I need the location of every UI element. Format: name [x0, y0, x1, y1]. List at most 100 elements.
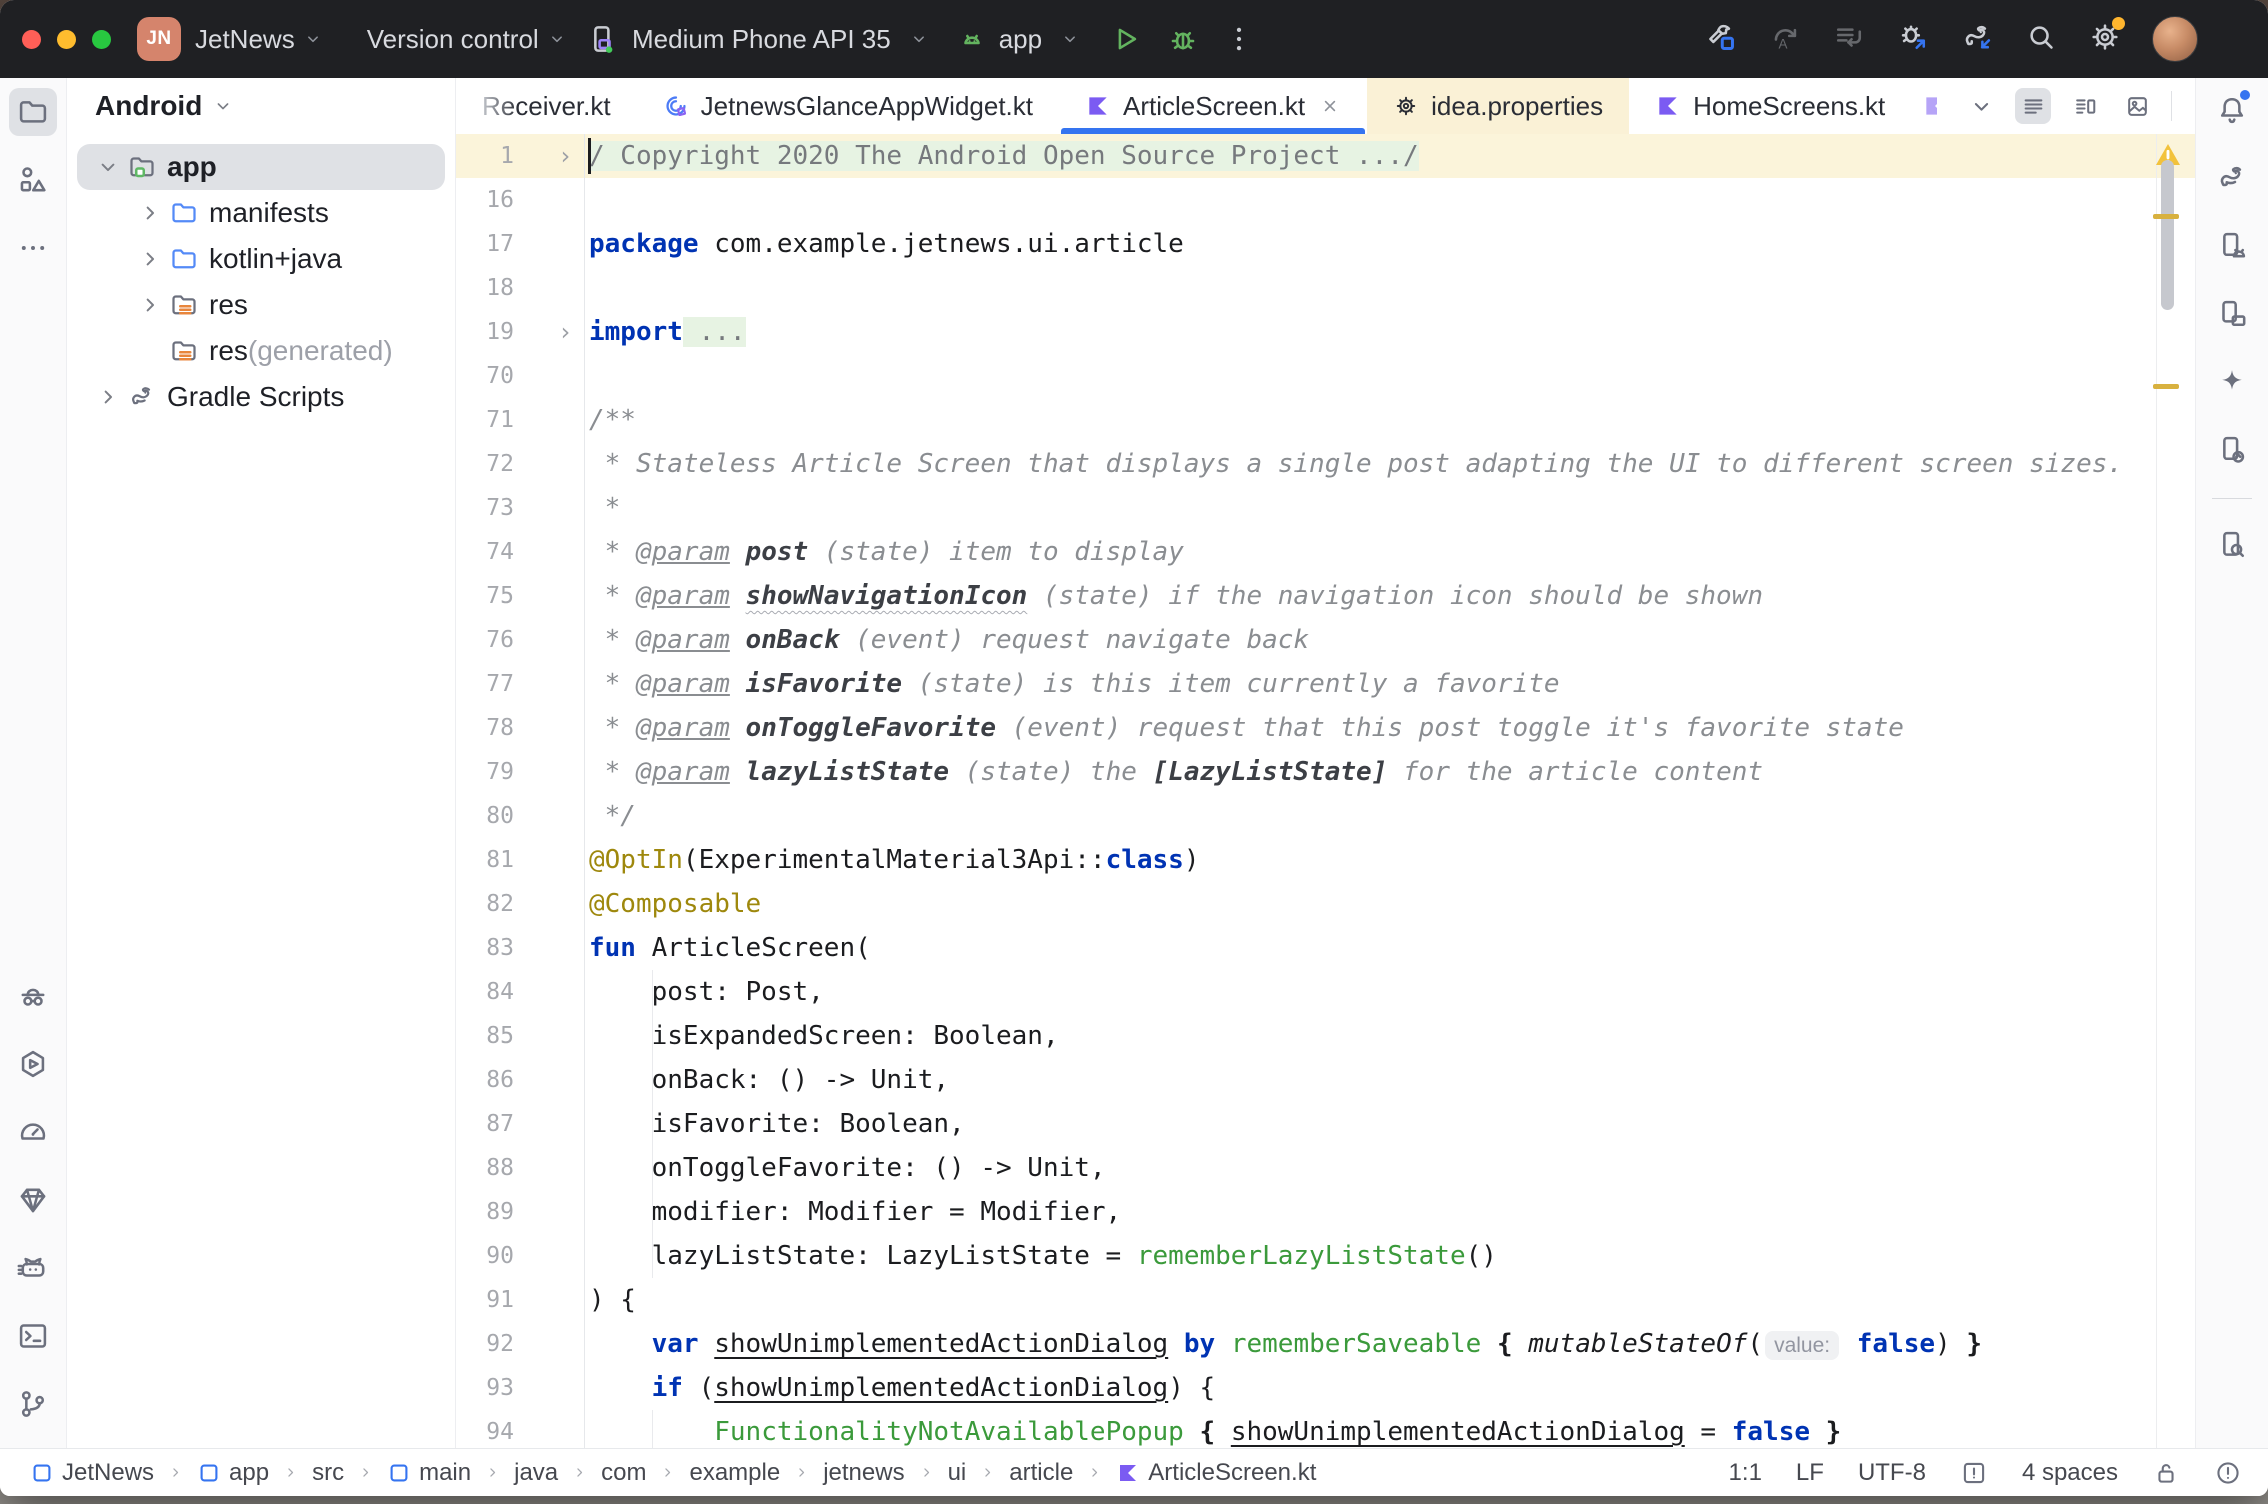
gutter[interactable]: 79	[456, 750, 585, 794]
gutter[interactable]: 92	[456, 1322, 585, 1366]
chevron-right-icon[interactable]	[137, 292, 163, 318]
code-line[interactable]: 92 var showUnimplementedActionDialog by …	[456, 1322, 2195, 1366]
phone-android-icon[interactable]	[2208, 222, 2256, 270]
kotlin-icon[interactable]	[1911, 88, 1947, 124]
code-line[interactable]: 78 * @param onToggleFavorite (event) req…	[456, 706, 2195, 750]
code-line[interactable]: 84 post: Post,	[456, 970, 2195, 1014]
more-icon[interactable]	[9, 224, 57, 272]
indent-size[interactable]: 4 spaces	[2022, 1459, 2118, 1487]
gutter[interactable]: 17	[456, 222, 585, 266]
run-button[interactable]	[1108, 22, 1142, 56]
gemini-icon[interactable]	[2208, 358, 2256, 406]
spy-icon[interactable]	[9, 972, 57, 1020]
breadcrumb-item-ui[interactable]: ui	[948, 1459, 967, 1487]
project-name-menu[interactable]: JetNews	[195, 24, 295, 55]
gutter[interactable]: 94	[456, 1410, 585, 1448]
code-line[interactable]: 74 * @param post (state) item to display	[456, 530, 2195, 574]
gutter[interactable]: 19›	[456, 310, 585, 354]
profiler-hex-icon[interactable]	[9, 1040, 57, 1088]
gutter[interactable]: 1›	[456, 134, 585, 178]
breadcrumb-item-java[interactable]: java	[514, 1459, 558, 1487]
code-line[interactable]: 75 * @param showNavigationIcon (state) i…	[456, 574, 2195, 618]
gutter[interactable]: 88	[456, 1146, 585, 1190]
code-line[interactable]: 19›import ...	[456, 310, 2195, 354]
scrollbar-warning-mark[interactable]	[2153, 214, 2179, 219]
gutter[interactable]: 87	[456, 1102, 585, 1146]
gutter[interactable]: 81	[456, 838, 585, 882]
gutter[interactable]: 80	[456, 794, 585, 838]
code-line[interactable]: 1›/ Copyright 2020 The Android Open Sour…	[456, 134, 2195, 178]
code-line[interactable]: 16	[456, 178, 2195, 222]
mode-code-icon[interactable]	[2015, 88, 2051, 124]
breadcrumb-item-src[interactable]: src	[312, 1459, 344, 1487]
code-line[interactable]: 80 */	[456, 794, 2195, 838]
gutter[interactable]: 86	[456, 1058, 585, 1102]
device-selector[interactable]: Medium Phone API 35	[586, 22, 929, 56]
tree-item-kotlin-java[interactable]: kotlin+java	[67, 236, 455, 282]
tree-item-gradle-scripts[interactable]: Gradle Scripts	[67, 374, 455, 420]
scrollbar-thumb[interactable]	[2161, 160, 2174, 310]
code-line[interactable]: 90 lazyListState: LazyListState = rememb…	[456, 1234, 2195, 1278]
code-line[interactable]: 82@Composable	[456, 882, 2195, 926]
scrollbar-warning-mark[interactable]	[2153, 384, 2179, 389]
breadcrumb-item-article[interactable]: article	[1009, 1459, 1073, 1487]
gutter[interactable]: 73	[456, 486, 585, 530]
breadcrumb-item-app[interactable]: app	[197, 1459, 269, 1487]
lock-open-icon[interactable]	[2152, 1459, 2180, 1487]
code-line[interactable]: 83fun ArticleScreen(	[456, 926, 2195, 970]
code-line[interactable]: 89 modifier: Modifier = Modifier,	[456, 1190, 2195, 1234]
minimize-window-button[interactable]	[57, 30, 76, 49]
gradle-icon[interactable]	[2208, 154, 2256, 202]
chevron-right-icon[interactable]	[95, 384, 121, 410]
gutter[interactable]: 85	[456, 1014, 585, 1058]
terminal-icon[interactable]	[9, 1312, 57, 1360]
mirror-icon[interactable]	[2208, 426, 2256, 474]
tab-jetnewsglanceappwidget-kt[interactable]: JetnewsGlanceAppWidget.kt	[637, 78, 1059, 134]
gutter[interactable]: 91	[456, 1278, 585, 1322]
code-line[interactable]: 87 isFavorite: Boolean,	[456, 1102, 2195, 1146]
tab-idea-properties[interactable]: idea.properties	[1367, 78, 1629, 134]
breadcrumb-item-example[interactable]: example	[689, 1459, 780, 1487]
line-separator[interactable]: LF	[1796, 1459, 1824, 1487]
chevron-right-icon[interactable]	[137, 246, 163, 272]
gutter[interactable]: 76	[456, 618, 585, 662]
code-line[interactable]: 88 onToggleFavorite: () -> Unit,	[456, 1146, 2195, 1190]
code-line[interactable]: 18	[456, 266, 2195, 310]
code-line[interactable]: 93 if (showUnimplementedActionDialog) {	[456, 1366, 2195, 1410]
gutter[interactable]: 70	[456, 354, 585, 398]
fold-arrow-icon[interactable]: ›	[558, 134, 572, 178]
breadcrumb-item-articlescreen-kt[interactable]: ArticleScreen.kt	[1116, 1459, 1316, 1487]
indent-status-icon[interactable]	[1960, 1459, 1988, 1487]
code-line[interactable]: 76 * @param onBack (event) request navig…	[456, 618, 2195, 662]
gradle-sync-icon[interactable]	[1960, 20, 1994, 54]
tab-homescreens-kt[interactable]: HomeScreens.kt	[1629, 78, 1911, 134]
chevron-right-icon[interactable]	[137, 200, 163, 226]
gutter[interactable]: 16	[456, 178, 585, 222]
tab-receiver-kt[interactable]: Receiver.kt	[456, 78, 637, 134]
hammer-build-icon[interactable]	[1704, 20, 1738, 54]
code-line[interactable]: 86 onBack: () -> Unit,	[456, 1058, 2195, 1102]
code-line[interactable]: 94 FunctionalityNotAvailablePopup { show…	[456, 1410, 2195, 1448]
file-encoding[interactable]: UTF-8	[1858, 1459, 1926, 1487]
gutter[interactable]: 89	[456, 1190, 585, 1234]
mode-split-icon[interactable]	[2067, 88, 2103, 124]
gutter[interactable]: 82	[456, 882, 585, 926]
code-line[interactable]: 70	[456, 354, 2195, 398]
tree-item-app[interactable]: app	[67, 144, 455, 190]
tree-item-res[interactable]: res (generated)	[67, 328, 455, 374]
breadcrumb-item-jetnews[interactable]: jetnews	[823, 1459, 904, 1487]
gutter[interactable]: 90	[456, 1234, 585, 1278]
code-line[interactable]: 91) {	[456, 1278, 2195, 1322]
bell-icon[interactable]	[2208, 86, 2256, 134]
chevron-down-icon[interactable]	[95, 154, 121, 180]
device-explorer-icon[interactable]	[2208, 521, 2256, 569]
gutter[interactable]: 74	[456, 530, 585, 574]
caret-position[interactable]: 1:1	[1729, 1459, 1762, 1487]
gutter[interactable]: 93	[456, 1366, 585, 1410]
tab-articlescreen-kt[interactable]: ArticleScreen.kt	[1059, 78, 1367, 134]
code-line[interactable]: 72 * Stateless Article Screen that displ…	[456, 442, 2195, 486]
more-actions-icon[interactable]	[1222, 22, 1256, 56]
run-configuration-selector[interactable]: app	[955, 22, 1080, 56]
resources-icon[interactable]	[9, 156, 57, 204]
mode-design-icon[interactable]	[2119, 88, 2155, 124]
